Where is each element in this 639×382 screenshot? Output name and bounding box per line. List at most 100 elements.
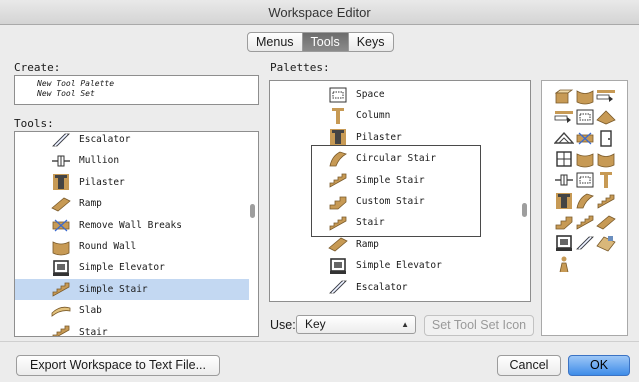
use-select-value: Key [305, 317, 326, 331]
palettes-scrollbar[interactable] [521, 81, 529, 301]
round-wall-icon[interactable] [575, 150, 595, 168]
stair-icon[interactable] [596, 192, 616, 210]
cancel-button[interactable]: Cancel [497, 355, 561, 376]
tools-item-label: Simple Elevator [79, 262, 165, 274]
tools-list-item[interactable]: Slab [15, 300, 249, 321]
ramp-icon [51, 195, 71, 213]
select-arrows-icon: ▲ [401, 320, 409, 329]
export-workspace-button[interactable]: Export Workspace to Text File... [16, 355, 220, 376]
curved-wall-icon[interactable] [596, 150, 616, 168]
circular-stair-icon [328, 150, 348, 168]
pilaster-icon[interactable] [554, 192, 574, 210]
new-tool-set-item[interactable]: New Tool Set [15, 89, 258, 99]
pilaster-icon [328, 128, 348, 146]
tools-item-label: Mullion [79, 155, 120, 167]
wall-icon[interactable] [554, 87, 574, 105]
tools-list-item[interactable]: Pilaster [15, 172, 249, 193]
tools-item-label: Simple Stair [79, 283, 148, 295]
tools-scrollbar[interactable] [249, 132, 257, 336]
tools-item-label: Round Wall [79, 241, 137, 252]
tools-item-label: Remove Wall Breaks [79, 219, 182, 231]
stair-icon[interactable] [575, 213, 595, 231]
palettes-list-item[interactable]: Space [270, 84, 520, 105]
tab-keys[interactable]: Keys [349, 33, 393, 51]
palettes-list-item[interactable]: Stair [270, 212, 520, 233]
tools-list-item[interactable]: Stair [15, 322, 249, 336]
tools-list-item[interactable]: Round Wall [15, 236, 249, 257]
tab-selector: Menus Tools Keys [247, 32, 394, 52]
palettes-list-item[interactable]: Escalator [270, 277, 520, 298]
tab-tools[interactable]: Tools [302, 33, 349, 51]
use-label: Use: [270, 318, 296, 332]
tools-item-label: Slab [79, 305, 102, 317]
mullion-icon[interactable] [554, 171, 574, 189]
palettes-list-item[interactable]: Circular Stair [270, 148, 520, 169]
custom-stair-icon [328, 193, 348, 211]
stair-icon [51, 280, 71, 298]
palettes-item-label: Pilaster [356, 131, 402, 143]
remove-wall-breaks-icon[interactable] [575, 129, 595, 147]
tools-list-item[interactable]: Mullion [15, 150, 249, 171]
palettes-list-item[interactable]: Ramp [270, 234, 520, 255]
tools-item-label: Pilaster [79, 176, 125, 188]
tools-list-item[interactable]: Simple Stair [15, 278, 249, 300]
space-icon[interactable] [575, 171, 595, 189]
round-wall-icon [51, 238, 71, 256]
palettes-list-item[interactable]: Custom Stair [270, 191, 520, 212]
title-bar: Workspace Editor [0, 0, 639, 25]
create-label: Create: [14, 61, 61, 74]
pedestrian-icon[interactable] [554, 255, 574, 273]
door-icon[interactable] [596, 129, 616, 147]
space-icon[interactable] [575, 108, 595, 126]
palettes-list-item[interactable]: Simple Elevator [270, 255, 520, 276]
escalator-icon [51, 132, 71, 149]
new-tool-palette-item[interactable]: New Tool Palette [15, 79, 258, 89]
tools-label: Tools: [14, 117, 54, 130]
curved-wall-icon[interactable] [575, 87, 595, 105]
window-icon[interactable] [554, 150, 574, 168]
elevator-icon [51, 259, 71, 277]
column-icon[interactable] [596, 171, 616, 189]
custom-stair-icon[interactable] [554, 213, 574, 231]
palettes-label: Palettes: [270, 61, 330, 74]
mullion-icon [51, 152, 71, 170]
palettes-list-item[interactable]: Simple Stair [270, 170, 520, 191]
tools-item-label: Escalator [79, 134, 131, 145]
palettes-item-label: Column [356, 110, 391, 122]
beam-icon[interactable] [554, 108, 574, 126]
space-icon [328, 86, 348, 104]
palettes-item-label: Custom Stair [356, 196, 425, 207]
stair-icon [328, 171, 348, 189]
elevator-icon[interactable] [554, 234, 574, 252]
palette-icon-grid [541, 80, 628, 336]
tools-list-item[interactable]: Simple Elevator [15, 257, 249, 278]
stair-icon [328, 214, 348, 232]
beam-icon[interactable] [596, 87, 616, 105]
use-select[interactable]: Key ▲ [296, 315, 416, 334]
site-icon[interactable] [596, 234, 616, 252]
tools-list-item[interactable]: Escalator [15, 132, 249, 150]
set-tool-set-icon-button[interactable]: Set Tool Set Icon [424, 315, 534, 336]
column-icon [328, 107, 348, 125]
tools-list-item[interactable]: Ramp [15, 193, 249, 214]
ramp-icon[interactable] [596, 213, 616, 231]
palettes-list[interactable]: Space Column Pilaster Circular Stair Simple … [269, 80, 531, 302]
tools-list-item[interactable]: Remove Wall Breaks [15, 215, 249, 236]
palettes-list-item[interactable]: Column [270, 105, 520, 126]
tab-menus[interactable]: Menus [248, 33, 303, 51]
palettes-item-label: Circular Stair [356, 153, 437, 165]
truss-icon[interactable] [554, 129, 574, 147]
palettes-list-item[interactable]: Pilaster [270, 127, 520, 148]
palettes-item-label: Simple Stair [356, 174, 425, 186]
pilaster-icon [51, 173, 71, 191]
ramp-icon [328, 235, 348, 253]
circular-stair-icon[interactable] [575, 192, 595, 210]
palettes-scroll-thumb[interactable] [522, 203, 527, 217]
create-list: New Tool Palette New Tool Set [14, 75, 259, 105]
escalator-icon[interactable] [575, 234, 595, 252]
roof-icon[interactable] [596, 108, 616, 126]
tools-scroll-thumb[interactable] [250, 204, 255, 218]
ok-button[interactable]: OK [568, 355, 630, 376]
tools-list[interactable]: Escalator Mullion Pilaster Ramp Remove Wall … [14, 131, 259, 337]
stair-icon [51, 323, 71, 336]
